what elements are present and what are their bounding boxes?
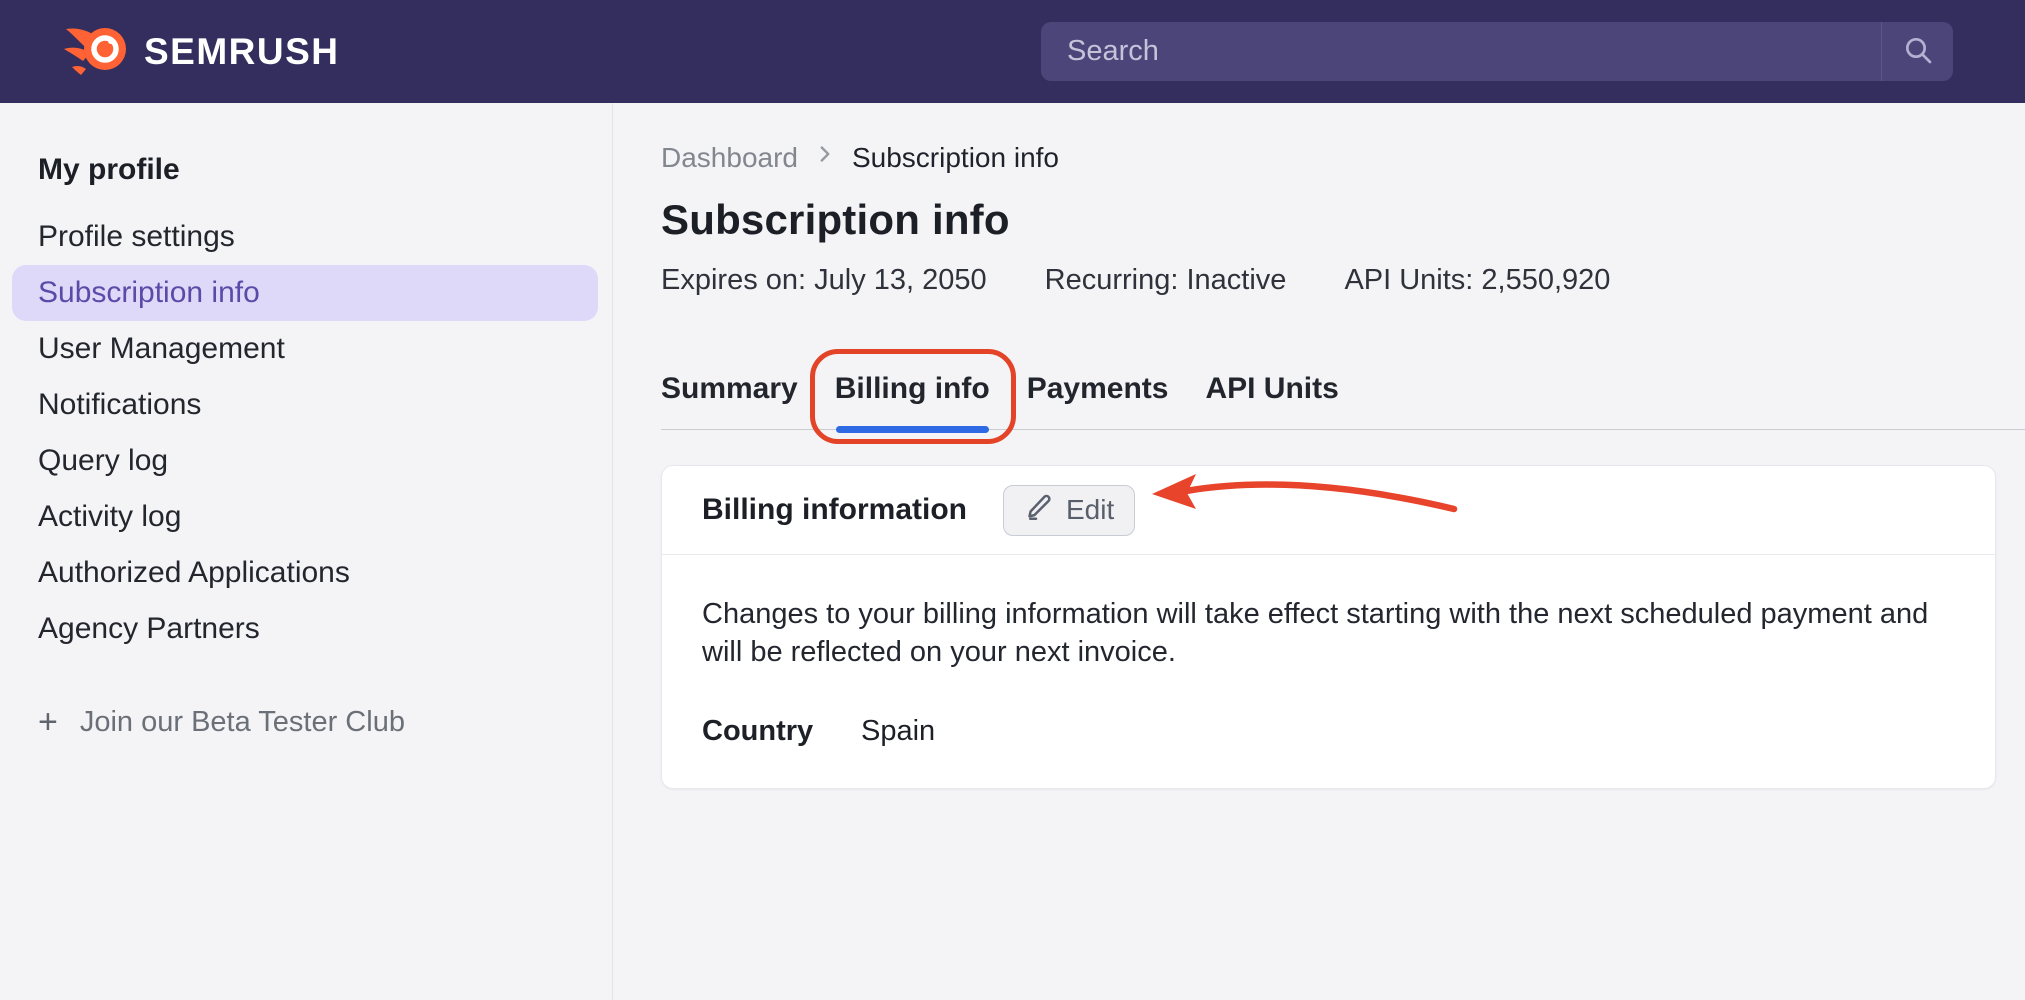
profile-sidebar: My profile Profile settings Subscription…: [0, 103, 613, 1000]
sidebar-item-authorized-applications[interactable]: Authorized Applications: [12, 545, 598, 601]
breadcrumb-current: Subscription info: [852, 142, 1059, 174]
tab-summary[interactable]: Summary: [661, 374, 798, 429]
join-beta-tester-club-link[interactable]: + Join our Beta Tester Club: [38, 705, 598, 739]
breadcrumb-dashboard[interactable]: Dashboard: [661, 142, 798, 174]
search-icon: [1902, 34, 1934, 69]
sidebar-item-activity-log[interactable]: Activity log: [12, 489, 598, 545]
top-header: SEMRUSH: [0, 0, 2025, 103]
semrush-logo[interactable]: SEMRUSH: [64, 21, 340, 82]
subscription-meta: Expires on: July 13, 2050 Recurring: Ina…: [661, 264, 2025, 297]
plus-icon: +: [38, 705, 58, 739]
sidebar-item-query-log[interactable]: Query log: [12, 433, 598, 489]
main-content: Dashboard Subscription info Subscription…: [613, 103, 2025, 1000]
billing-card-title: Billing information: [702, 493, 967, 527]
search-button[interactable]: [1882, 22, 1953, 81]
tab-payments[interactable]: Payments: [1027, 374, 1169, 429]
billing-description: Changes to your billing information will…: [702, 595, 1955, 671]
tab-billing-info[interactable]: Billing info: [835, 374, 990, 429]
sidebar-item-user-management[interactable]: User Management: [12, 321, 598, 377]
search-input[interactable]: [1041, 22, 1881, 81]
expires-on-value: Expires on: July 13, 2050: [661, 264, 987, 297]
logo-wordmark: SEMRUSH: [144, 31, 340, 73]
api-units-value: API Units: 2,550,920: [1344, 264, 1610, 297]
billing-card-body: Changes to your billing information will…: [662, 555, 1995, 788]
edit-button[interactable]: Edit: [1003, 485, 1135, 536]
subscription-tabs: Summary Billing info Payments API Units: [661, 359, 2025, 430]
chevron-right-icon: [812, 141, 838, 174]
pencil-icon: [1024, 492, 1054, 529]
breadcrumb: Dashboard Subscription info: [661, 141, 2025, 174]
country-field-row: Country Spain: [702, 715, 1955, 748]
billing-card-header: Billing information Edit: [662, 466, 1995, 555]
tab-api-units[interactable]: API Units: [1205, 374, 1338, 429]
sidebar-item-agency-partners[interactable]: Agency Partners: [12, 601, 598, 657]
country-field-value: Spain: [861, 715, 935, 748]
edit-button-label: Edit: [1066, 494, 1114, 526]
sidebar-item-subscription-info[interactable]: Subscription info: [12, 265, 598, 321]
recurring-value: Recurring: Inactive: [1045, 264, 1287, 297]
content-shell: My profile Profile settings Subscription…: [0, 103, 2025, 1000]
sidebar-section-title: My profile: [38, 153, 598, 187]
page-title: Subscription info: [661, 196, 2025, 244]
global-search: [1041, 22, 1953, 81]
sidebar-item-profile-settings[interactable]: Profile settings: [12, 209, 598, 265]
beta-club-label: Join our Beta Tester Club: [80, 706, 405, 739]
billing-information-card: Billing information Edit Changes to your…: [661, 465, 1996, 789]
sidebar-item-notifications[interactable]: Notifications: [12, 377, 598, 433]
semrush-comet-icon: [64, 21, 128, 82]
country-field-label: Country: [702, 715, 861, 748]
